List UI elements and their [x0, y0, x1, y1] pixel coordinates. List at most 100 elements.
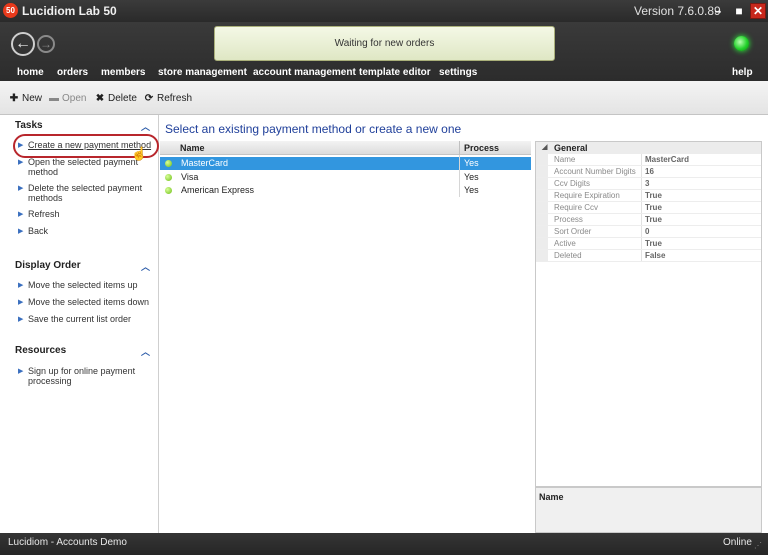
property-name: Process: [554, 215, 583, 224]
status-connection: Online: [723, 537, 752, 548]
payment-methods-list: Name Process MasterCard Yes Visa Yes Ame…: [160, 141, 531, 533]
row-process: Yes: [464, 185, 479, 195]
property-value[interactable]: False: [645, 251, 665, 260]
move-items-down-link[interactable]: ▶ Move the selected items down: [18, 297, 153, 307]
property-name: Deleted: [554, 251, 582, 260]
bullet-arrow-icon: ▶: [18, 316, 24, 323]
property-name: Require Expiration: [554, 191, 620, 200]
property-description-panel: Name: [535, 487, 762, 533]
delete-button[interactable]: ✖ Delete: [94, 92, 137, 106]
active-status-icon: [165, 187, 172, 194]
property-name: Require Ccv: [554, 203, 599, 212]
bullet-arrow-icon: ▶: [18, 211, 24, 218]
property-row[interactable]: Active True: [536, 238, 761, 250]
payment-processing-signup-link[interactable]: ▶ Sign up for online payment processing: [18, 366, 153, 386]
list-header: Name Process: [160, 141, 531, 155]
property-value[interactable]: True: [645, 239, 662, 248]
collapse-chevron-icon[interactable]: ︿: [141, 345, 150, 358]
app-version: Version 7.6.0.89: [634, 4, 721, 18]
property-value[interactable]: 0: [645, 227, 649, 236]
property-category[interactable]: ◢ General: [536, 142, 761, 154]
property-row[interactable]: Require Expiration True: [536, 190, 761, 202]
row-name: American Express: [181, 185, 255, 195]
refresh-link[interactable]: ▶ Refresh: [18, 209, 153, 219]
back-link[interactable]: ▶ Back: [18, 226, 153, 236]
property-row[interactable]: Process True: [536, 214, 761, 226]
bullet-arrow-icon: ▶: [18, 159, 24, 166]
row-process: Yes: [464, 172, 479, 182]
property-value[interactable]: 3: [645, 179, 649, 188]
property-row[interactable]: Name MasterCard: [536, 154, 761, 166]
property-name: Ccv Digits: [554, 179, 591, 188]
nav-account-management[interactable]: account management: [253, 67, 356, 78]
column-header-process[interactable]: Process: [464, 143, 499, 153]
bullet-arrow-icon: ▶: [18, 282, 24, 289]
property-category-label: General: [554, 143, 588, 153]
task-sidebar: Tasks ︿ ▶ Create a new payment method ▶ …: [0, 115, 159, 533]
collapse-chevron-icon[interactable]: ︿: [141, 260, 150, 273]
collapse-chevron-icon[interactable]: ︿: [141, 120, 150, 133]
main-nav: home orders members store management acc…: [0, 67, 768, 81]
nav-store-management[interactable]: store management: [158, 67, 247, 78]
resize-grip-icon[interactable]: ⋰: [754, 541, 762, 550]
open-button[interactable]: ▬ Open: [48, 92, 86, 106]
move-items-up-link[interactable]: ▶ Move the selected items up: [18, 280, 153, 290]
property-description-title: Name: [539, 492, 564, 502]
display-order-heading: Display Order: [15, 260, 81, 271]
row-process: Yes: [464, 158, 479, 168]
connection-status-light-icon: [734, 36, 749, 51]
new-button[interactable]: ✚ New: [8, 92, 42, 106]
save-list-order-link[interactable]: ▶ Save the current list order: [18, 314, 153, 324]
property-row[interactable]: Deleted False: [536, 250, 761, 262]
property-name: Account Number Digits: [554, 167, 636, 176]
property-row[interactable]: Ccv Digits 3: [536, 178, 761, 190]
page-title: Select an existing payment method or cre…: [165, 122, 462, 136]
new-button-label: New: [22, 93, 43, 104]
close-button[interactable]: ✕: [750, 3, 766, 19]
table-row[interactable]: American Express Yes: [160, 184, 531, 197]
row-name: Visa: [181, 172, 199, 182]
minimize-button[interactable]: –: [710, 3, 726, 19]
property-value[interactable]: True: [645, 203, 662, 212]
refresh-button[interactable]: ⟳ Refresh: [143, 92, 192, 106]
property-value[interactable]: True: [645, 215, 662, 224]
property-value[interactable]: 16: [645, 167, 654, 176]
column-header-name[interactable]: Name: [180, 143, 205, 153]
property-value[interactable]: MasterCard: [645, 155, 689, 164]
property-value[interactable]: True: [645, 191, 662, 200]
row-name: MasterCard: [181, 158, 229, 168]
nav-orders[interactable]: orders: [57, 67, 88, 78]
maximize-button[interactable]: ■: [731, 3, 747, 19]
nav-help[interactable]: help: [732, 67, 753, 78]
bullet-arrow-icon: ▶: [18, 228, 24, 235]
x-icon: ✖: [95, 93, 105, 104]
column-divider: [459, 155, 460, 197]
nav-members[interactable]: members: [101, 67, 145, 78]
collapse-triangle-icon[interactable]: ◢: [542, 143, 547, 151]
order-status-panel: Waiting for new orders: [214, 26, 555, 61]
status-bar: Lucidiom - Accounts Demo Online ⋰: [0, 533, 768, 555]
hand-cursor-icon: ☝: [131, 146, 148, 161]
back-arrow-icon[interactable]: ←: [11, 32, 35, 56]
active-status-icon: [165, 160, 172, 167]
property-name: Name: [554, 155, 576, 164]
bullet-arrow-icon: ▶: [18, 368, 24, 375]
nav-settings[interactable]: settings: [439, 67, 477, 78]
property-row[interactable]: Sort Order 0: [536, 226, 761, 238]
plus-icon: ✚: [9, 93, 19, 104]
nav-template-editor[interactable]: template editor: [359, 67, 431, 78]
property-name: Active: [554, 239, 576, 248]
folder-icon: ▬: [49, 93, 59, 104]
property-row[interactable]: Account Number Digits 16: [536, 166, 761, 178]
table-row[interactable]: Visa Yes: [160, 171, 531, 184]
table-row[interactable]: MasterCard Yes: [160, 157, 531, 170]
status-account-name: Lucidiom - Accounts Demo: [8, 537, 127, 548]
forward-arrow-icon[interactable]: →: [37, 35, 55, 53]
property-row[interactable]: Require Ccv True: [536, 202, 761, 214]
nav-home[interactable]: home: [17, 67, 44, 78]
tasks-heading: Tasks: [15, 120, 43, 131]
app-logo-icon: 50: [3, 3, 18, 18]
resources-heading: Resources: [15, 345, 67, 356]
delete-payment-methods-link[interactable]: ▶ Delete the selected payment methods: [18, 183, 153, 203]
delete-button-label: Delete: [108, 93, 137, 104]
